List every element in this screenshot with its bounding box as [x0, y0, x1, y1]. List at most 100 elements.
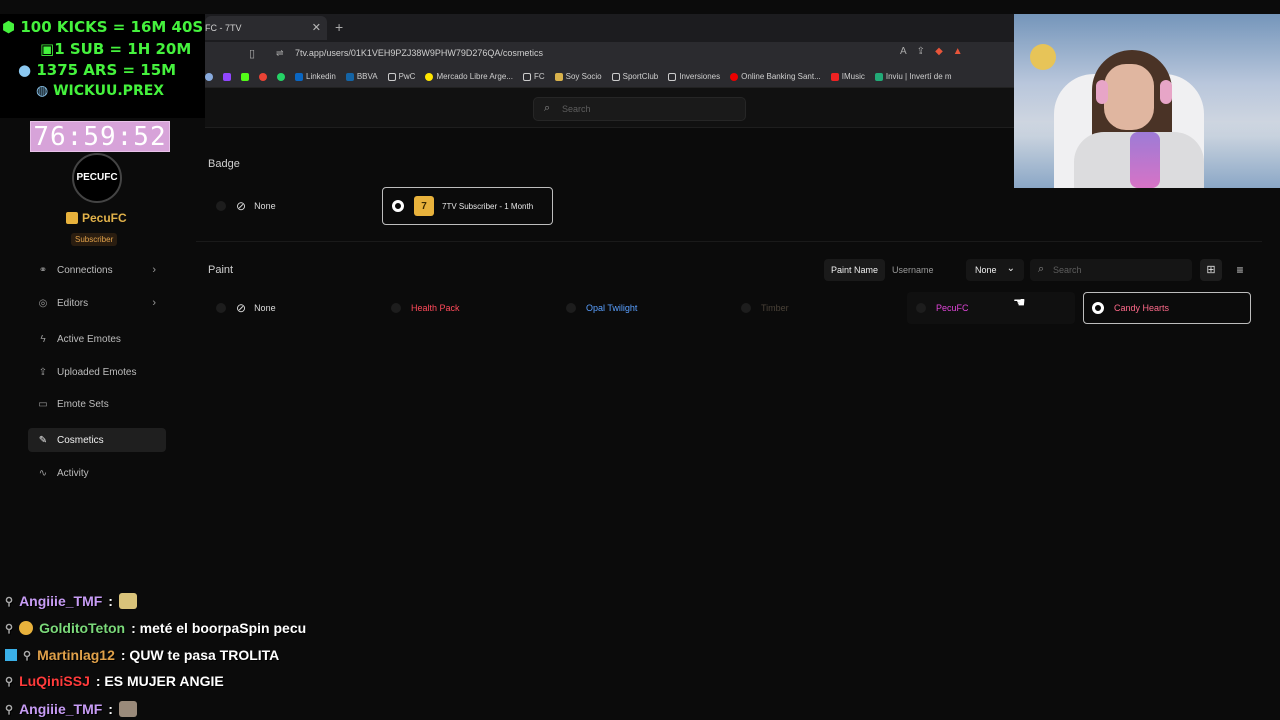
list-icon: ≡	[1236, 263, 1244, 277]
sidebar-item-active-emotes[interactable]: ϟ Active Emotes	[28, 327, 166, 351]
chat-message: ⚲ GolditoTeton : meté el boorpaSpin pecu	[5, 620, 307, 636]
bookmark-inviu[interactable]: Inviu | Invertí de m	[874, 72, 952, 81]
paint-section-title: Paint	[208, 264, 234, 276]
coin-badge-icon	[19, 621, 34, 635]
bookmark-app-icon[interactable]	[205, 72, 213, 81]
emote-icon	[118, 701, 137, 717]
folder-icon	[387, 72, 396, 81]
folder-icon	[668, 72, 677, 81]
browser-tab[interactable]: FC - 7TV ✕	[205, 16, 327, 40]
folder-icon	[522, 72, 531, 81]
brush-icon: ✎	[38, 434, 48, 446]
sun-of-may-icon	[1030, 44, 1056, 70]
chevron-right-icon: ›	[152, 264, 156, 276]
bookmark-inversiones[interactable]: Inversiones	[668, 72, 720, 81]
sidebar-item-emote-sets[interactable]: ▭ Emote Sets	[28, 392, 166, 416]
goal-kicks: ⬢ 100 KICKS = 16M 40S	[2, 18, 204, 36]
paint-search-input[interactable]: ⌕ Search	[1030, 259, 1192, 281]
avatar: PECUFC	[72, 153, 122, 203]
radio-button-selected[interactable]	[392, 200, 404, 212]
paint-filter-dropdown[interactable]: None ⌄	[966, 259, 1024, 281]
headphones	[1160, 80, 1172, 104]
sidebar-item-activity[interactable]: ∿ Activity	[28, 461, 166, 485]
chevron-down-icon: ⌄	[1006, 263, 1015, 274]
bookmark-soysocio[interactable]: Soy Socio	[554, 72, 602, 81]
new-tab-icon[interactable]: +	[335, 19, 343, 35]
paint-option-candy-hearts[interactable]: Candy Hearts	[1083, 292, 1251, 324]
bookmark-imusic[interactable]: IMusic	[830, 72, 865, 81]
goal-ars: ● 1375 ARS = 15M	[18, 61, 177, 79]
search-icon: ⌕	[544, 102, 551, 114]
bookmark-santander[interactable]: Online Banking Sant...	[730, 72, 821, 81]
radio-button[interactable]	[741, 303, 751, 313]
7tv-badge-icon	[66, 212, 78, 224]
grid-icon: ⊞	[1206, 264, 1216, 276]
radio-button[interactable]	[391, 303, 401, 313]
badge-option-7tv-subscriber[interactable]: 7 7TV Subscriber - 1 Month	[382, 187, 553, 225]
sidebar-item-editors[interactable]: ◎ Editors ›	[28, 291, 166, 315]
bookmark-kick-icon[interactable]	[241, 72, 249, 81]
radio-button-selected[interactable]	[1092, 302, 1104, 314]
radio-button[interactable]	[216, 303, 226, 313]
link-icon: ⚭	[38, 264, 48, 276]
globe-icon: ◍	[36, 83, 49, 99]
radio-button[interactable]	[916, 303, 926, 313]
bookmark-fc[interactable]: FC	[522, 72, 545, 81]
bookmark-sportclub[interactable]: SportClub	[611, 72, 658, 81]
bookmarks-bar: Linkedin BBVA PwC Mercado Libre Arge... …	[205, 66, 1015, 88]
bookmark-pwc[interactable]: PwC	[387, 72, 415, 81]
paint-option-health-pack[interactable]: Health Pack	[391, 289, 551, 327]
gift-icon: ▣	[40, 40, 55, 58]
bookmark-icon[interactable]: ▯	[249, 47, 255, 60]
paint-option-none[interactable]: ⊘ None	[216, 289, 376, 327]
list-view-button[interactable]: ≡	[1229, 259, 1251, 281]
subathon-timer: 76:59:52	[30, 121, 170, 152]
translate-icon[interactable]: A	[900, 46, 907, 57]
close-tab-icon[interactable]: ✕	[312, 21, 321, 34]
global-search-input[interactable]: ⌕ Search	[533, 97, 746, 121]
tab-title: FC - 7TV	[205, 23, 242, 33]
bookmark-google-icon[interactable]	[259, 72, 267, 81]
none-icon: ⊘	[236, 199, 247, 213]
argentina-flag-icon: ●	[18, 61, 32, 79]
chat-badge-icon: ⚲	[5, 703, 14, 716]
bookmark-mercadolibre[interactable]: Mercado Libre Arge...	[425, 72, 513, 81]
folder-icon: ▭	[38, 398, 48, 410]
bookmark-linkedin[interactable]: Linkedin	[295, 72, 336, 81]
search-icon: ⌕	[1038, 263, 1045, 275]
bbva-icon	[345, 72, 354, 81]
paint-option-timber[interactable]: Timber	[741, 289, 901, 327]
tab-paint-name[interactable]: Paint Name	[824, 259, 886, 281]
role-badge: Subscriber	[71, 233, 118, 246]
bookmark-twitch-icon[interactable]	[223, 72, 231, 81]
share-icon[interactable]: ⇪	[917, 46, 925, 57]
bookmark-whatsapp-icon[interactable]	[277, 72, 285, 81]
sidebar-item-connections[interactable]: ⚭ Connections ›	[28, 258, 166, 282]
linkedin-icon	[295, 72, 303, 81]
paint-option-pecufc[interactable]: PecuFC	[907, 292, 1075, 324]
chat-message: ⚲ Martinlag12 : QUW te pasa TROLITA	[5, 647, 279, 663]
radio-button[interactable]	[566, 303, 576, 313]
editors-icon: ◎	[38, 297, 48, 309]
sidebar-item-cosmetics[interactable]: ✎ Cosmetics	[28, 428, 166, 452]
paint-option-opal-twilight[interactable]: Opal Twilight	[566, 289, 726, 327]
badge-option-none[interactable]: ⊘ None	[216, 187, 376, 225]
none-icon: ⊘	[236, 301, 247, 315]
chevron-right-icon: ›	[152, 297, 156, 309]
profile-username: PecuFC	[66, 211, 127, 225]
browser-actions: A ⇪ ◆ ▲	[900, 46, 963, 57]
brave-rewards-icon[interactable]: ▲	[953, 46, 963, 57]
stream-goals-overlay: ⬢ 100 KICKS = 16M 40S ▣1 SUB = 1H 20M ● …	[0, 14, 205, 118]
site-info-icon[interactable]: ⇌	[276, 48, 284, 59]
7tv-subscriber-badge-icon: 7	[414, 196, 434, 216]
bookmark-bbva[interactable]: BBVA	[345, 72, 378, 81]
url-text[interactable]: 7tv.app/users/01K1VEH9PZJ38W9PHW79D276QA…	[295, 48, 543, 58]
activity-icon: ∿	[38, 467, 48, 479]
chat-badge-icon: ⚲	[5, 595, 14, 608]
tab-username[interactable]: Username	[885, 259, 941, 281]
radio-button[interactable]	[216, 201, 226, 211]
santander-icon	[730, 72, 739, 81]
sidebar-item-uploaded-emotes[interactable]: ⇪ Uploaded Emotes	[28, 360, 166, 384]
grid-view-button[interactable]: ⊞	[1200, 259, 1222, 281]
brave-shield-icon[interactable]: ◆	[935, 46, 943, 57]
